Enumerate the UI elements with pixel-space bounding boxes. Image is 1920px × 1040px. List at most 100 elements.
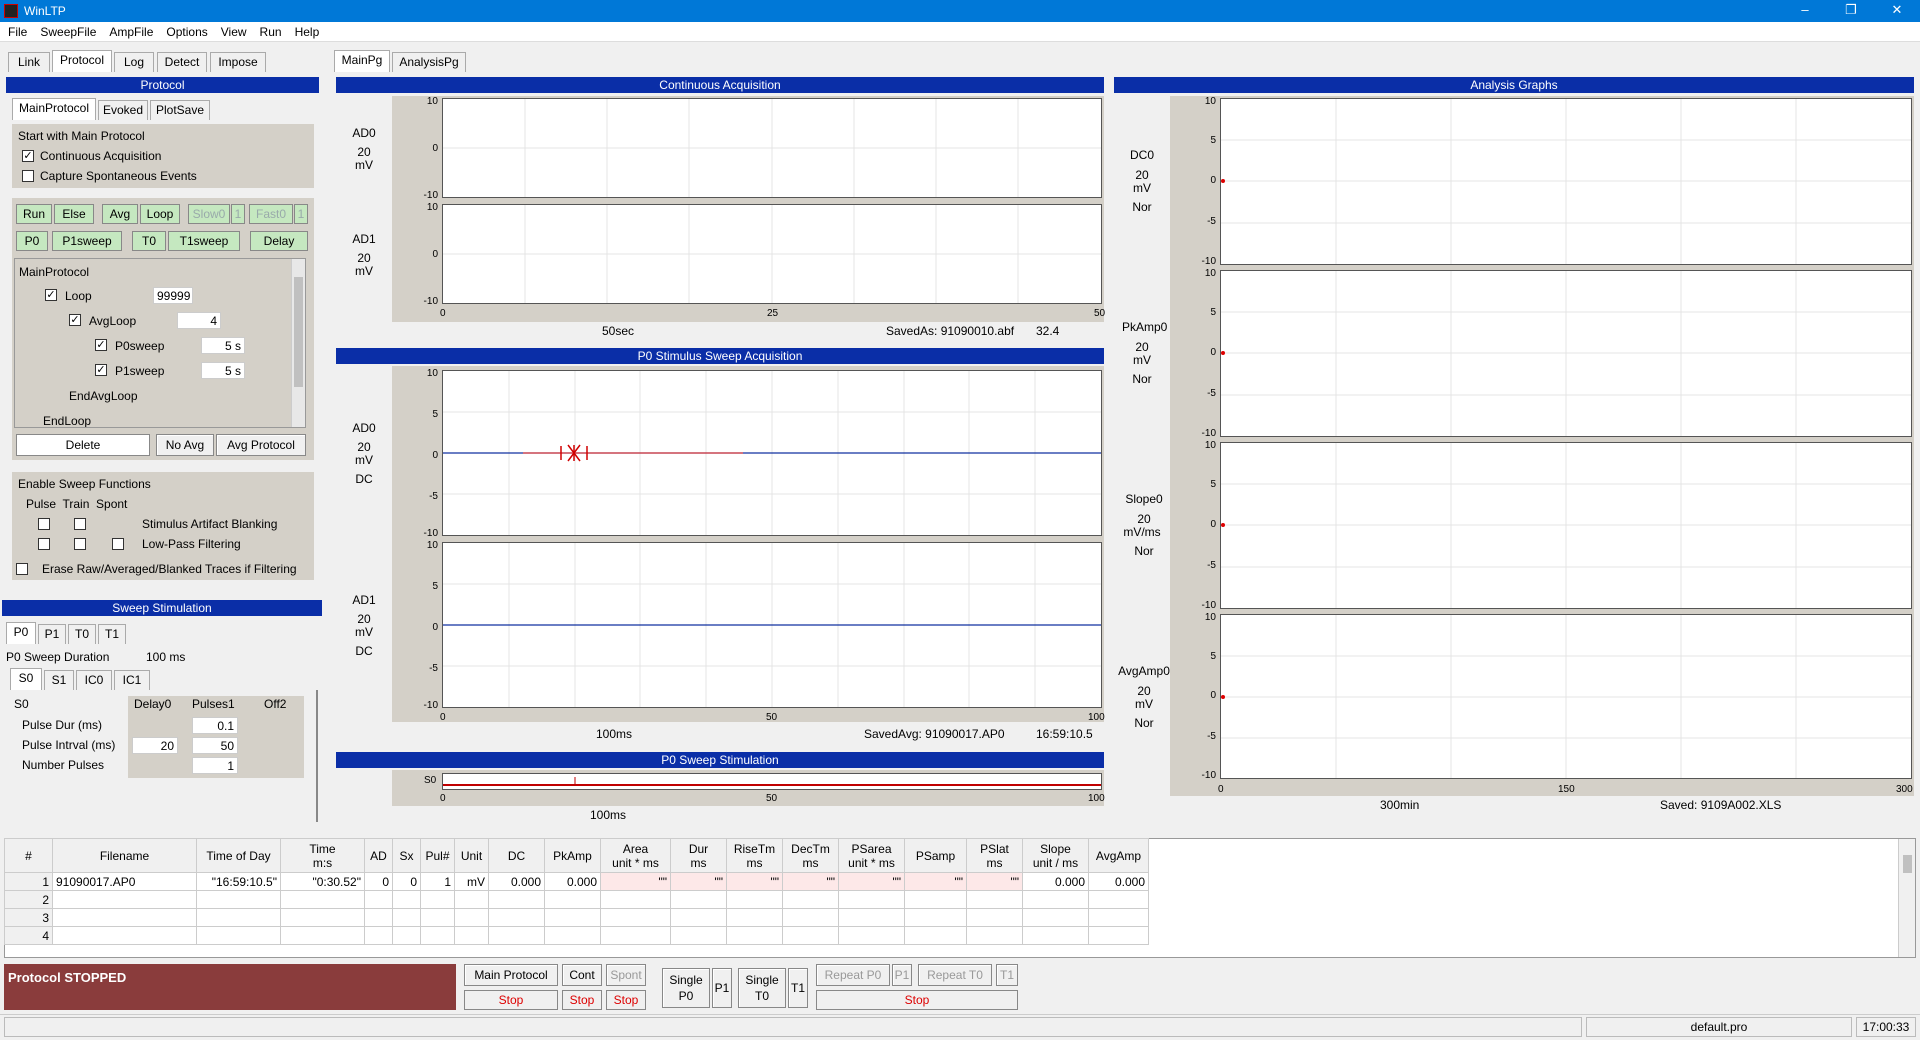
p0-ad1-plot[interactable] [442, 542, 1102, 708]
table-cell[interactable] [52, 890, 197, 909]
tab-log[interactable]: Log [114, 52, 154, 72]
tab-link[interactable]: Link [8, 52, 50, 72]
tab-ic1[interactable]: IC1 [114, 670, 150, 690]
lowpass-pulse-checkbox[interactable] [38, 538, 50, 550]
slope0-plot[interactable] [1220, 442, 1912, 609]
column-header[interactable]: AD [364, 838, 393, 873]
pkamp0-plot[interactable] [1220, 270, 1912, 437]
table-cell[interactable]: "0:30.52" [280, 872, 365, 891]
table-cell[interactable]: 0.000 [544, 872, 601, 891]
table-cell[interactable] [392, 926, 421, 945]
column-header[interactable]: DC [488, 838, 545, 873]
column-header[interactable]: PSamp [904, 838, 967, 873]
tab-stim-p0[interactable]: P0 [6, 622, 36, 644]
capture-checkbox[interactable] [22, 170, 34, 182]
table-cell[interactable]: 2 [4, 890, 53, 909]
main-stop-button[interactable]: Stop [464, 990, 558, 1010]
slow-button[interactable]: Slow0 [188, 204, 230, 224]
column-header[interactable]: Unit [454, 838, 489, 873]
menu-options[interactable]: Options [158, 22, 212, 39]
table-cell[interactable] [904, 908, 967, 927]
table-cell[interactable] [544, 890, 601, 909]
table-cell[interactable] [726, 890, 783, 909]
table-cell[interactable]: "16:59:10.5" [196, 872, 281, 891]
repeat-p0-button[interactable]: Repeat P0 [816, 964, 890, 986]
interval-field[interactable]: 50 [192, 737, 238, 754]
menu-sweepfile[interactable]: SweepFile [32, 22, 101, 39]
tab-ic0[interactable]: IC0 [76, 670, 112, 690]
table-cell[interactable] [454, 926, 489, 945]
interval-delay-field[interactable]: 20 [132, 737, 178, 754]
avg-protocol-button[interactable]: Avg Protocol [216, 434, 306, 456]
table-cell[interactable] [726, 908, 783, 927]
table-cell[interactable] [280, 908, 365, 927]
table-cell[interactable] [904, 926, 967, 945]
table-cell[interactable] [364, 926, 393, 945]
t1sweep-button[interactable]: T1sweep [168, 231, 240, 251]
table-cell[interactable]: "" [670, 872, 727, 891]
table-cell[interactable]: 1 [4, 872, 53, 891]
table-cell[interactable] [600, 908, 671, 927]
table-cell[interactable] [196, 890, 281, 909]
table-cell[interactable] [782, 926, 839, 945]
lowpass-spont-checkbox[interactable] [112, 538, 124, 550]
table-cell[interactable]: "" [904, 872, 967, 891]
cont-ad1-plot[interactable] [442, 204, 1102, 304]
p1-single-button[interactable]: P1 [712, 968, 732, 1008]
menu-file[interactable]: File [0, 22, 32, 39]
menu-ampfile[interactable]: AmpFile [101, 22, 158, 39]
t0-button[interactable]: T0 [132, 231, 166, 251]
tab-mainpg[interactable]: MainPg [334, 50, 390, 72]
table-cell[interactable] [1022, 890, 1089, 909]
table-cell[interactable] [488, 908, 545, 927]
table-cell[interactable]: 91090017.AP0 [52, 872, 197, 891]
table-cell[interactable]: 0.000 [1088, 872, 1149, 891]
tab-evoked[interactable]: Evoked [98, 100, 148, 120]
blank-train-checkbox[interactable] [74, 518, 86, 530]
p1sweep-checkbox[interactable]: ✓ [95, 364, 107, 376]
table-row[interactable]: 4 [4, 926, 1149, 945]
avgloop-count[interactable]: 4 [177, 312, 221, 329]
table-cell[interactable] [838, 908, 905, 927]
table-cell[interactable]: "" [782, 872, 839, 891]
table-cell[interactable]: 4 [4, 926, 53, 945]
table-cell[interactable] [1022, 908, 1089, 927]
run-button[interactable]: Run [16, 204, 52, 224]
tab-mainprotocol[interactable]: MainProtocol [12, 98, 96, 120]
table-cell[interactable]: "" [838, 872, 905, 891]
table-cell[interactable]: "" [966, 872, 1023, 891]
table-cell[interactable] [196, 926, 281, 945]
column-header[interactable]: RiseTm ms [726, 838, 783, 873]
column-header[interactable]: Dur ms [670, 838, 727, 873]
continuous-checkbox[interactable]: ✓ [22, 150, 34, 162]
table-cell[interactable] [782, 908, 839, 927]
table-cell[interactable] [600, 890, 671, 909]
p0stim-plot[interactable] [442, 773, 1102, 790]
pulsedur-field[interactable]: 0.1 [192, 717, 238, 734]
table-cell[interactable] [364, 908, 393, 927]
table-cell[interactable] [838, 890, 905, 909]
avgloop-checkbox[interactable]: ✓ [69, 314, 81, 326]
dc0-plot[interactable] [1220, 98, 1912, 265]
column-header[interactable]: AvgAmp [1088, 838, 1149, 873]
close-button[interactable]: ✕ [1874, 0, 1920, 22]
p0sweep-checkbox[interactable]: ✓ [95, 339, 107, 351]
main-protocol-button[interactable]: Main Protocol [464, 964, 558, 986]
column-header[interactable]: Slope unit / ms [1022, 838, 1089, 873]
table-cell[interactable] [1088, 908, 1149, 927]
column-header[interactable]: Sx [392, 838, 421, 873]
column-header[interactable]: Filename [52, 838, 197, 873]
column-header[interactable]: Area unit * ms [600, 838, 671, 873]
loop-button[interactable]: Loop [140, 204, 180, 224]
p0-ad0-plot[interactable] [442, 370, 1102, 536]
protocol-tree[interactable]: MainProtocol ✓ Loop 99999 ✓ AvgLoop 4 ✓ … [14, 258, 306, 428]
table-cell[interactable]: 0.000 [1022, 872, 1089, 891]
delay-button[interactable]: Delay [250, 231, 308, 251]
table-cell[interactable] [600, 926, 671, 945]
t1-single-button[interactable]: T1 [788, 968, 808, 1008]
restore-button[interactable]: ❐ [1828, 0, 1874, 22]
spont-button[interactable]: Spont [606, 964, 646, 986]
menu-run[interactable]: Run [252, 22, 287, 39]
table-scroll-thumb[interactable] [1903, 855, 1912, 873]
minimize-button[interactable]: – [1782, 0, 1828, 22]
